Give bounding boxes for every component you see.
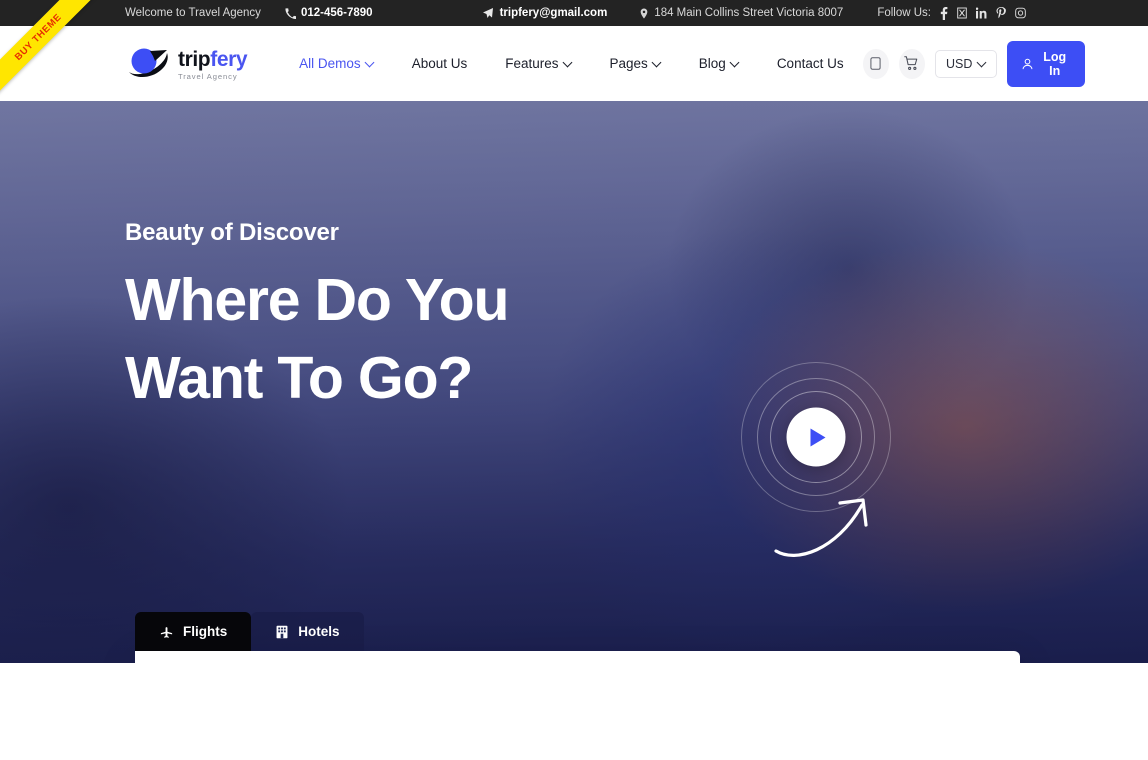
logo-word-a: trip: [178, 48, 211, 72]
tab-hotels[interactable]: Hotels: [251, 612, 364, 651]
booking-search-widget: Flights Hotels One Way Round Trip Flying…: [135, 612, 1020, 663]
nav-label: All Demos: [299, 56, 361, 71]
main-navigation: All Demos About Us Features Pages Blog C…: [280, 56, 862, 71]
nav-label: About Us: [411, 56, 468, 71]
hero-content: Beauty of Discover Where Do You Want To …: [0, 101, 1148, 418]
follow-us-group: Follow Us:: [877, 6, 1026, 20]
paper-plane-icon: [482, 7, 494, 19]
email-link[interactable]: tripfery@gmail.com: [482, 7, 608, 19]
hero-section: Beauty of Discover Where Do You Want To …: [0, 101, 1148, 663]
email-address: tripfery@gmail.com: [499, 7, 608, 19]
chevron-down-icon: [978, 59, 986, 67]
chevron-down-icon: [653, 59, 661, 67]
follow-us-label: Follow Us:: [877, 7, 931, 19]
search-icon[interactable]: [862, 48, 889, 79]
welcome-text: Welcome to Travel Agency: [125, 7, 261, 19]
nav-item-blog[interactable]: Blog: [680, 56, 758, 71]
nav-item-about-us[interactable]: About Us: [393, 56, 487, 71]
topbar-left-group: Welcome to Travel Agency 012-456-7890: [125, 7, 373, 19]
tab-flights[interactable]: Flights: [135, 612, 252, 651]
play-button-icon[interactable]: [786, 407, 846, 467]
nav-item-pages[interactable]: Pages: [591, 56, 680, 71]
tab-label: Hotels: [298, 624, 340, 639]
user-icon: [1022, 58, 1033, 70]
page-body-below-hero: [0, 663, 1148, 760]
currency-selector[interactable]: USD: [934, 49, 998, 78]
logo[interactable]: tripfery Travel Agency: [125, 46, 248, 82]
hero-kicker: Beauty of Discover: [125, 219, 339, 246]
phone-icon: [285, 7, 296, 19]
facebook-icon[interactable]: [940, 6, 948, 20]
nav-label: Blog: [698, 56, 726, 71]
top-info-bar: Welcome to Travel Agency 012-456-7890 tr…: [0, 0, 1148, 26]
shopping-cart-icon[interactable]: [898, 48, 925, 79]
hotel-building-icon: [275, 625, 289, 639]
logo-mark-icon: [125, 46, 171, 80]
currency-value: USD: [945, 56, 973, 71]
hero-video-play[interactable]: [741, 362, 891, 512]
tab-label: Flights: [183, 624, 228, 639]
booking-panel: One Way Round Trip Flying From Mumbai, I…: [135, 651, 1020, 663]
booking-tabs: Flights Hotels: [135, 612, 1020, 651]
header-actions: USD Log In: [862, 40, 1085, 87]
phone-number: 012-456-7890: [300, 7, 373, 19]
site-header: tripfery Travel Agency All Demos About U…: [0, 26, 1148, 101]
chevron-down-icon: [731, 59, 739, 67]
x-twitter-icon[interactable]: [957, 7, 967, 19]
nav-item-features[interactable]: Features: [486, 56, 590, 71]
chevron-down-icon: [366, 59, 374, 67]
address-text: 184 Main Collins Street Victoria 8007: [654, 7, 844, 19]
topbar-right-group: tripfery@gmail.com 184 Main Collins Stre…: [482, 6, 1026, 20]
airplane-icon: [159, 624, 174, 639]
chevron-down-icon: [564, 59, 572, 67]
nav-label: Features: [505, 56, 559, 71]
location-pin-icon: [639, 8, 649, 19]
logo-tagline: Travel Agency: [178, 72, 238, 82]
login-label: Log In: [1043, 49, 1067, 78]
address-block: 184 Main Collins Street Victoria 8007: [639, 7, 843, 19]
logo-wordmark: tripfery: [178, 48, 248, 72]
pinterest-icon[interactable]: [996, 6, 1006, 20]
logo-word-b: fery: [210, 48, 248, 72]
play-triangle: [810, 428, 826, 446]
instagram-icon[interactable]: [1015, 7, 1026, 19]
nav-item-contact-us[interactable]: Contact Us: [758, 56, 863, 71]
nav-label: Pages: [609, 56, 648, 71]
nav-item-all-demos[interactable]: All Demos: [280, 56, 393, 71]
hero-title-line-1: Where Do You: [125, 267, 510, 333]
phone-link[interactable]: 012-456-7890: [285, 7, 373, 19]
login-button[interactable]: Log In: [1007, 40, 1085, 87]
linkedin-icon[interactable]: [976, 7, 987, 19]
nav-label: Contact Us: [776, 56, 844, 71]
